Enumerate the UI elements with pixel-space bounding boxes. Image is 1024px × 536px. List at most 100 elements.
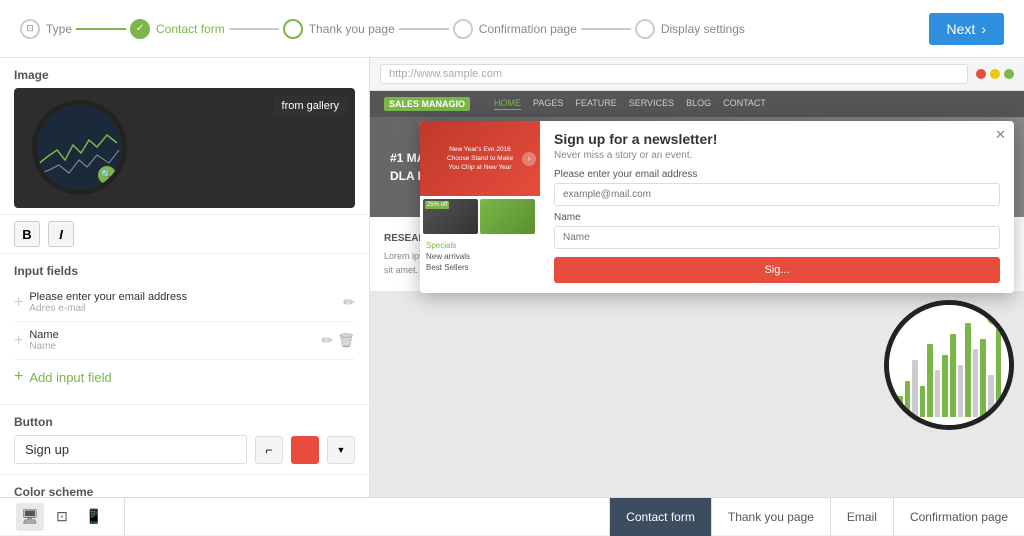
step-display-circle: [635, 19, 655, 39]
from-gallery-button[interactable]: from gallery: [274, 96, 347, 116]
connector-2: [229, 28, 279, 30]
nav-link-services[interactable]: SERVICES: [629, 98, 674, 110]
bottom-tabs: Contact form Thank you page Email Confir…: [609, 498, 1024, 536]
popup-right-panel: ✕ Sign up for a newsletter! Never miss a…: [540, 121, 1014, 293]
next-button[interactable]: Next ›: [929, 13, 1004, 45]
wizard-steps: ⊡ Type ✓ Contact form Thank you page Con…: [20, 19, 929, 39]
more-options-icon[interactable]: ▼: [327, 436, 355, 464]
text-toolbar: B I: [0, 215, 369, 254]
bar-item: [927, 344, 933, 417]
bottom-bar: 🖥 ⊡ 📱 Contact form Thank you page Email …: [0, 497, 1024, 535]
browser-chrome: http://www.sample.com: [370, 58, 1024, 91]
step-contact[interactable]: ✓ Contact form: [130, 19, 225, 39]
bar-item: [920, 386, 926, 417]
tablet-device-button[interactable]: ⊡: [48, 503, 76, 531]
field-name-edit-button[interactable]: ✏: [321, 332, 333, 349]
popup-hero-image: New Year's Eve 2016Choose Stand to MakeY…: [420, 121, 540, 196]
tab-email[interactable]: Email: [830, 498, 893, 536]
step-type: ⊡ Type: [20, 19, 72, 39]
tab-confirmation[interactable]: Confirmation page: [893, 498, 1024, 536]
bar-item: [973, 349, 979, 417]
nav-link-feature[interactable]: FEATURE: [575, 98, 616, 110]
desktop-device-button[interactable]: 🖥: [16, 503, 44, 531]
mobile-device-button[interactable]: 📱: [80, 503, 108, 531]
bar-item: [942, 355, 948, 417]
tab-thank-you[interactable]: Thank you page: [711, 498, 830, 536]
field-name-text: Name: [29, 329, 315, 341]
step-thankyou-circle: [283, 19, 303, 39]
image-placeholder: 🔍 from gallery: [14, 88, 355, 208]
step-thankyou[interactable]: Thank you page: [283, 19, 395, 39]
add-field-plus-icon: +: [14, 368, 23, 386]
popup-specials: Specials New arrivals Best Sellers: [420, 237, 540, 278]
browser-dot-green: [1004, 69, 1014, 79]
image-section-label: Image: [14, 68, 355, 82]
input-fields-label: Input fields: [14, 264, 355, 278]
step-thankyou-label: Thank you page: [309, 22, 395, 36]
field-name-drag-icon: +: [14, 332, 23, 350]
device-icons: 🖥 ⊡ 📱: [0, 498, 125, 535]
next-label: Next: [947, 21, 976, 37]
button-text-input[interactable]: [14, 435, 247, 464]
popup-hero-text: New Year's Eve 2016Choose Stand to MakeY…: [443, 141, 517, 176]
step-contact-circle: ✓: [130, 19, 150, 39]
step-confirm[interactable]: Confirmation page: [453, 19, 577, 39]
add-input-field-button[interactable]: + Add input field: [14, 360, 112, 394]
popup-best-sellers-link[interactable]: Best Sellers: [426, 263, 534, 272]
bar-chart-magnify-circle: 🔍: [884, 300, 1014, 430]
browser-url-bar[interactable]: http://www.sample.com: [380, 64, 968, 84]
main-layout: Image 🔍 from gallery: [0, 58, 1024, 497]
tab-contact-form[interactable]: Contact form: [609, 498, 711, 536]
nav-link-pages[interactable]: PAGES: [533, 98, 563, 110]
popup-title: Sign up for a newsletter!: [554, 131, 1000, 147]
input-fields-section: Input fields + Please enter your email a…: [0, 254, 369, 405]
field-email-edit-button[interactable]: ✏: [343, 294, 355, 311]
popup-arrow-btn[interactable]: ›: [522, 152, 536, 166]
popup-submit-button[interactable]: Sig...: [554, 257, 1000, 283]
nav-link-contact[interactable]: CONTACT: [723, 98, 766, 110]
button-style-icon[interactable]: ⌐: [255, 436, 283, 464]
button-section: Button ⌐ ▼: [0, 405, 369, 475]
image-section: Image 🔍 from gallery: [0, 58, 369, 215]
popup-specials-link[interactable]: Specials: [426, 241, 534, 250]
popup-email-input[interactable]: [554, 183, 1000, 206]
field-row-name: + Name Name ✏ 🗑: [14, 322, 355, 360]
browser-dot-yellow: [990, 69, 1000, 79]
bar-item: [965, 323, 971, 417]
popup-name-label: Name: [554, 212, 1000, 223]
italic-button[interactable]: I: [48, 221, 74, 247]
browser-dot-red: [976, 69, 986, 79]
popup-email-label: Please enter your email address: [554, 169, 1000, 180]
search-magnify-icon: 🔍: [987, 309, 1003, 325]
search-icon[interactable]: 🔍: [98, 166, 116, 184]
site-nav-links: HOME PAGES FEATURE SERVICES BLOG CONTACT: [494, 98, 766, 110]
bold-button[interactable]: B: [14, 221, 40, 247]
bar-item: [958, 365, 964, 417]
popup-thumbnails: 25% off: [420, 196, 540, 237]
popup-close-button[interactable]: ✕: [995, 127, 1006, 143]
bar-item: [950, 334, 956, 417]
button-color-swatch[interactable]: [291, 436, 319, 464]
nav-link-home[interactable]: HOME: [494, 98, 521, 110]
contact-form-popup: New Year's Eve 2016Choose Stand to MakeY…: [420, 121, 1014, 293]
bar-item: [905, 381, 911, 417]
step-confirm-circle: [453, 19, 473, 39]
popup-new-arrivals-link[interactable]: New arrivals: [426, 252, 534, 261]
site-nav: SALES MANAGIO HOME PAGES FEATURE SERVICE…: [370, 91, 1024, 117]
button-config-row: ⌐ ▼: [14, 435, 355, 464]
field-email-sublabel: Adres e-mail: [29, 303, 337, 314]
color-scheme-section: Color scheme Background color: [0, 475, 369, 497]
bar-item: [935, 370, 941, 417]
nav-link-blog[interactable]: BLOG: [686, 98, 711, 110]
connector-4: [581, 28, 631, 30]
browser-dots: [976, 69, 1014, 79]
step-display[interactable]: Display settings: [635, 19, 745, 39]
chart-circle-overlay: 🔍: [32, 100, 127, 195]
popup-name-input[interactable]: [554, 226, 1000, 249]
field-name-actions: ✏ 🗑: [321, 332, 355, 349]
connector-1: [76, 28, 126, 30]
field-email-actions: ✏: [343, 294, 355, 311]
left-panel: Image 🔍 from gallery: [0, 58, 370, 497]
field-name-delete-button[interactable]: 🗑: [337, 332, 355, 349]
field-email-text: Please enter your email address: [29, 291, 337, 303]
